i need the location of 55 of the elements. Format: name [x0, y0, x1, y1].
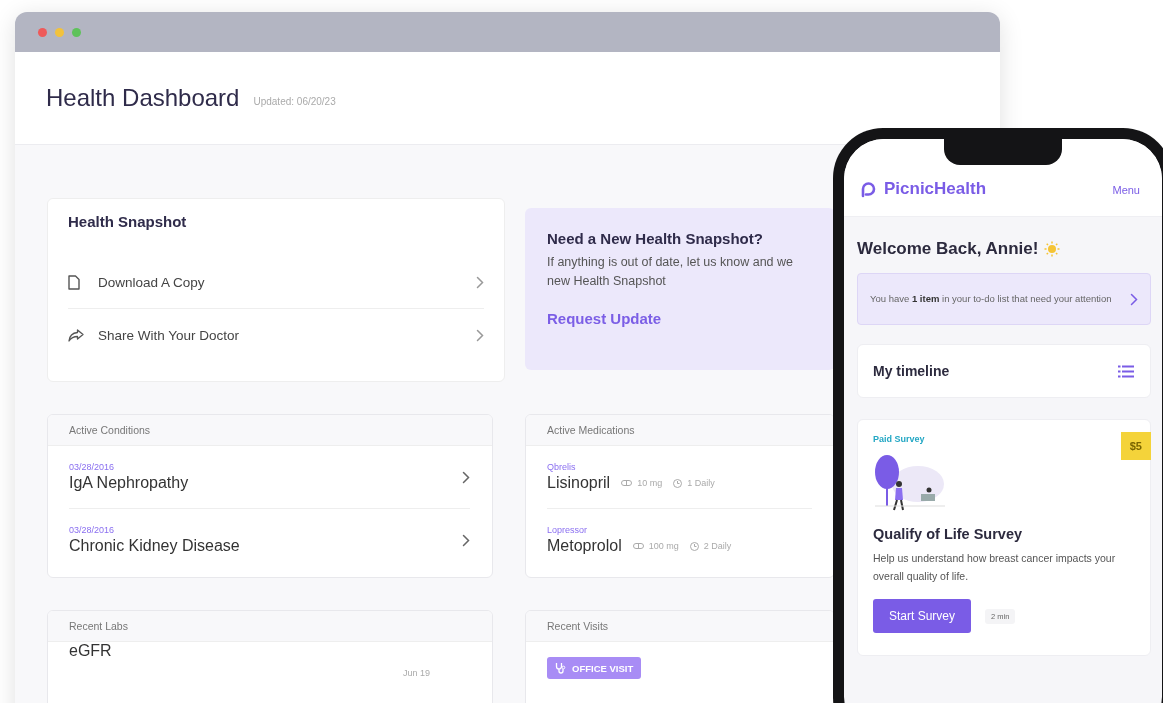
visit-type-badge: OFFICE VISIT: [547, 657, 642, 679]
list-icon[interactable]: [1118, 364, 1134, 378]
survey-title: Qualify of Life Survey: [873, 526, 1023, 542]
condition-name: IgA Nephropathy: [69, 474, 189, 492]
brand-name: Qbrelis: [547, 462, 576, 472]
chevron-icon[interactable]: [462, 533, 470, 547]
frequency-text: 1 Daily: [687, 478, 715, 488]
panel-title: Recent Labs: [69, 620, 128, 632]
card-title: Need a New Health Snapshot?: [547, 230, 763, 247]
clock-icon: [673, 478, 683, 488]
snapshot-action[interactable]: Download A Copy: [68, 256, 484, 309]
logo-icon: [860, 180, 877, 198]
condition-date: 03/28/2016: [69, 525, 115, 535]
stethoscope-icon: [555, 662, 566, 674]
medication-name: Metoprolol: [547, 537, 622, 555]
panel-title: Active Medications: [547, 424, 635, 436]
updated-date: Updated: 06/20/23: [253, 95, 336, 107]
lab-name: eGFR: [69, 642, 112, 660]
survey-tag: Paid Survey: [873, 434, 925, 444]
dose-text: 100 mg: [648, 541, 679, 551]
menu-link[interactable]: Menu: [1112, 184, 1140, 196]
page-title: Health Dashboard: [46, 84, 240, 112]
condition-name: Chronic Kidney Disease: [69, 537, 240, 555]
timeline-card[interactable]: My timeline: [857, 344, 1151, 398]
brand-name: Lopressor: [547, 525, 588, 535]
medication-name: Lisinopril: [547, 474, 611, 492]
pill-icon: [621, 479, 633, 487]
card-title: Health Snapshot: [68, 213, 187, 230]
chevron-icon[interactable]: [462, 470, 470, 484]
lab-date: Jun 19: [402, 668, 430, 678]
brand-name: PicnicHealth: [884, 179, 987, 199]
card-text: If anything is out of date, let us know and we: [547, 254, 794, 271]
share-icon: [68, 328, 84, 342]
pill-icon: [632, 542, 644, 550]
todo-text: You have 1 item in your to-do list that need your attention: [870, 292, 1113, 306]
dose-text: 10 mg: [637, 478, 663, 488]
snapshot-action[interactable]: Share With Your Doctor: [68, 309, 484, 361]
frequency-text: 2 Daily: [703, 541, 732, 551]
document-icon: [68, 274, 80, 290]
panel-title: Recent Visits: [547, 620, 609, 632]
welcome-heading: Welcome Back, Annie!: [857, 239, 1039, 259]
start-survey-button[interactable]: Start Survey: [873, 599, 972, 633]
panel-title: Active Conditions: [69, 424, 151, 436]
condition-date: 03/28/2016: [69, 462, 115, 472]
chevron-icon: [476, 328, 484, 342]
reward-badge: $5: [1120, 432, 1151, 460]
chevron-icon: [1130, 292, 1138, 306]
chevron-icon: [476, 275, 484, 289]
todo-banner[interactable]: You have 1 item in your to-do list that need your attention: [857, 273, 1151, 325]
survey-description: Help us understand how breast cancer impacts your overall quality of life.: [873, 551, 1117, 584]
card-text: new Health Snapshot: [547, 273, 667, 290]
timeline-title: My timeline: [873, 363, 950, 379]
request-update-link[interactable]: Request Update: [547, 310, 662, 327]
sun-icon: [1044, 241, 1061, 257]
clock-icon: [689, 541, 699, 551]
